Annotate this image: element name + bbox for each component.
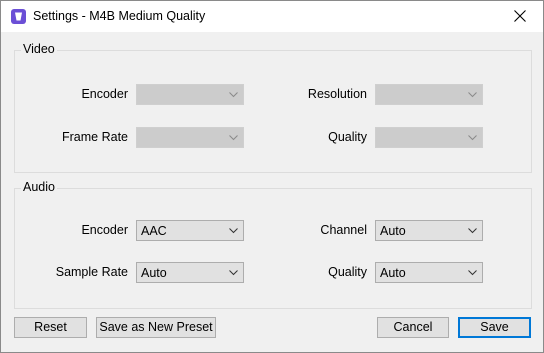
close-button[interactable] bbox=[497, 1, 543, 32]
title-bar[interactable]: Settings - M4B Medium Quality bbox=[1, 1, 543, 32]
reset-button[interactable]: Reset bbox=[14, 317, 87, 338]
chevron-down-icon bbox=[229, 135, 238, 141]
audio-encoder-dropdown[interactable]: AAC bbox=[136, 220, 244, 241]
chevron-down-icon bbox=[229, 270, 238, 276]
chevron-down-icon bbox=[468, 92, 477, 98]
save-button[interactable]: Save bbox=[458, 317, 531, 338]
video-frame-rate-label: Frame Rate bbox=[62, 130, 128, 144]
chevron-down-icon bbox=[468, 270, 477, 276]
audio-channel-dropdown[interactable]: Auto bbox=[375, 220, 483, 241]
chevron-down-icon bbox=[229, 228, 238, 234]
audio-group-label: Audio bbox=[21, 180, 57, 194]
save-as-new-preset-button[interactable]: Save as New Preset bbox=[96, 317, 216, 338]
chevron-down-icon bbox=[229, 92, 238, 98]
video-encoder-dropdown[interactable] bbox=[136, 84, 244, 105]
app-logo-icon bbox=[11, 9, 26, 24]
audio-sample-rate-label: Sample Rate bbox=[55, 265, 128, 279]
video-encoder-label: Encoder bbox=[81, 87, 128, 101]
window-title: Settings - M4B Medium Quality bbox=[33, 9, 206, 23]
video-frame-rate-dropdown[interactable] bbox=[136, 127, 244, 148]
chevron-down-icon bbox=[468, 135, 477, 141]
audio-quality-label: Quality bbox=[328, 265, 367, 279]
close-icon bbox=[514, 10, 526, 22]
cancel-button[interactable]: Cancel bbox=[377, 317, 449, 338]
audio-group bbox=[14, 188, 532, 309]
chevron-down-icon bbox=[468, 228, 477, 234]
audio-sample-rate-dropdown[interactable]: Auto bbox=[136, 262, 244, 283]
video-group-label: Video bbox=[21, 42, 57, 56]
video-quality-dropdown[interactable] bbox=[375, 127, 483, 148]
settings-window: Settings - M4B Medium Quality Video Enco… bbox=[0, 0, 544, 353]
audio-channel-label: Channel bbox=[320, 223, 367, 237]
audio-quality-dropdown[interactable]: Auto bbox=[375, 262, 483, 283]
video-resolution-dropdown[interactable] bbox=[375, 84, 483, 105]
video-group bbox=[14, 50, 532, 173]
video-quality-label: Quality bbox=[328, 130, 367, 144]
audio-encoder-label: Encoder bbox=[81, 223, 128, 237]
video-resolution-label: Resolution bbox=[307, 87, 367, 101]
